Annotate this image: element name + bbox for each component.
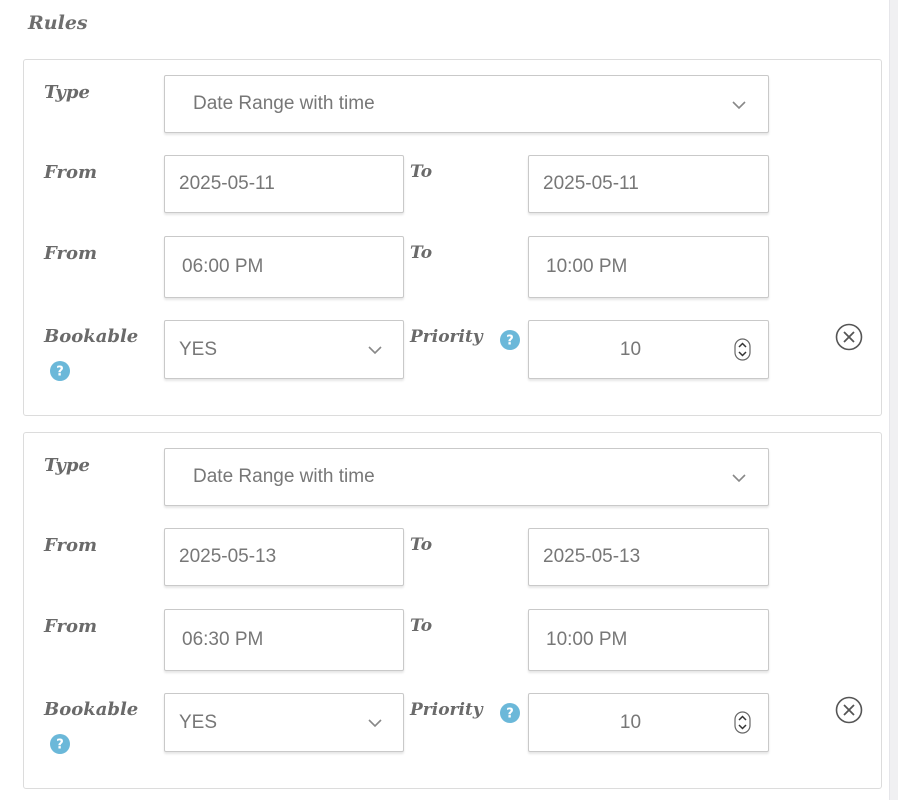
priority-value: 10 [619, 711, 642, 733]
priority-value: 10 [619, 338, 642, 360]
bookable-label: Bookable [44, 326, 139, 347]
time-from-label: From [44, 243, 97, 264]
section-title: Rules [28, 12, 88, 34]
svg-text:?: ? [506, 334, 514, 349]
date-to-value: 2025-05-11 [543, 173, 639, 194]
date-to-input[interactable]: 2025-05-11 [528, 155, 769, 213]
chevron-down-icon [368, 346, 382, 355]
time-to-input[interactable]: 10:00 PM [528, 236, 769, 298]
time-to-value: 10:00 PM [546, 629, 628, 650]
chevron-down-icon [368, 719, 382, 728]
close-circle-icon[interactable] [835, 323, 863, 351]
type-select-value: Date Range with time [193, 93, 375, 114]
chevron-down-icon [732, 474, 746, 483]
date-from-input[interactable]: 2025-05-11 [164, 155, 404, 213]
help-icon[interactable]: ? [500, 703, 520, 723]
time-from-input[interactable]: 06:30 PM [164, 609, 404, 671]
time-to-label: To [410, 243, 433, 263]
type-select[interactable]: Date Range with time [164, 75, 769, 133]
priority-input[interactable]: 10 [528, 693, 769, 752]
date-to-input[interactable]: 2025-05-13 [528, 528, 769, 586]
time-from-label: From [44, 616, 97, 637]
type-label: Type [44, 82, 90, 103]
close-circle-icon[interactable] [835, 696, 863, 724]
help-icon[interactable]: ? [500, 330, 520, 350]
type-select-value: Date Range with time [193, 466, 375, 487]
date-to-label: To [410, 535, 433, 555]
date-to-label: To [410, 162, 433, 182]
svg-text:?: ? [56, 738, 64, 753]
date-from-label: From [44, 535, 97, 556]
time-to-label: To [410, 616, 433, 636]
bookable-label: Bookable [44, 699, 139, 720]
time-from-value: 06:30 PM [182, 629, 264, 650]
bookable-select[interactable]: YES [164, 320, 404, 379]
rule-card: Type Date Range with time From 2025-05-1… [23, 432, 882, 789]
time-from-value: 06:00 PM [182, 256, 264, 277]
time-to-value: 10:00 PM [546, 256, 628, 277]
type-select[interactable]: Date Range with time [164, 448, 769, 506]
svg-text:?: ? [56, 365, 64, 380]
type-label: Type [44, 455, 90, 476]
date-to-value: 2025-05-13 [543, 546, 641, 567]
help-icon[interactable]: ? [50, 361, 70, 381]
date-from-label: From [44, 162, 97, 183]
bookable-select[interactable]: YES [164, 693, 404, 752]
scrollbar[interactable] [889, 0, 898, 800]
priority-input[interactable]: 10 [528, 320, 769, 379]
spinner-icon[interactable] [734, 711, 751, 734]
svg-text:?: ? [506, 707, 514, 722]
priority-label: Priority [410, 327, 483, 347]
date-from-value: 2025-05-13 [179, 546, 277, 567]
date-from-value: 2025-05-11 [179, 173, 275, 194]
rule-card: Type Date Range with time From 2025-05-1… [23, 59, 882, 416]
chevron-down-icon [732, 101, 746, 110]
help-icon[interactable]: ? [50, 734, 70, 754]
time-to-input[interactable]: 10:00 PM [528, 609, 769, 671]
priority-label: Priority [410, 700, 483, 720]
date-from-input[interactable]: 2025-05-13 [164, 528, 404, 586]
spinner-icon[interactable] [734, 338, 751, 361]
time-from-input[interactable]: 06:00 PM [164, 236, 404, 298]
